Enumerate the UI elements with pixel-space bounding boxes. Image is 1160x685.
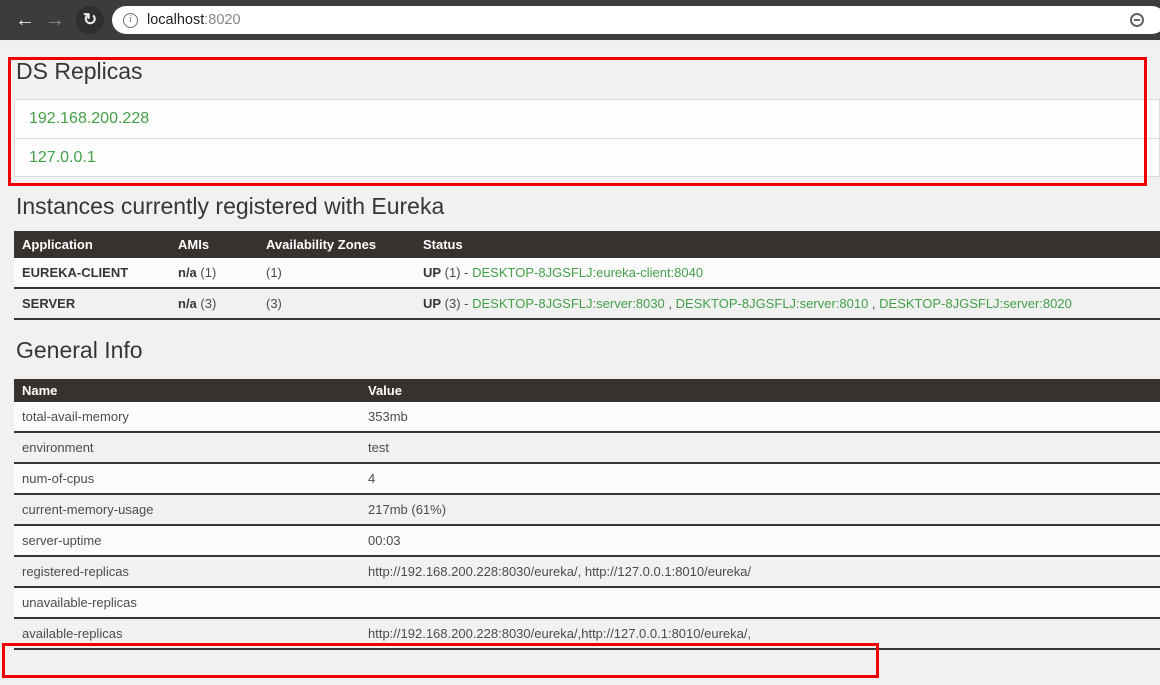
- application-cell: SERVER: [14, 288, 170, 319]
- instances-table-body: EUREKA-CLIENT n/a (1)(1)UP (1) - DESKTOP-…: [14, 258, 1160, 319]
- status-cell: UP (3) - DESKTOP-8JGSFLJ:server:8030 , D…: [415, 288, 1160, 319]
- page-info-icon[interactable]: i: [123, 13, 138, 28]
- zoom-indicator-icon[interactable]: [1130, 13, 1144, 27]
- status-up: UP: [423, 265, 441, 280]
- info-value-cell: [360, 587, 1160, 618]
- application-name: SERVER: [22, 296, 75, 311]
- info-value-cell: 353mb: [360, 402, 1160, 432]
- back-icon[interactable]: ←: [10, 5, 40, 35]
- column-header: Availability Zones: [258, 231, 415, 258]
- url-host: localhost: [147, 12, 204, 28]
- ds-replica-list: 192.168.200.228 127.0.0.1: [14, 99, 1160, 177]
- instance-link[interactable]: DESKTOP-8JGSFLJ:server:8010: [676, 296, 869, 311]
- url-text[interactable]: localhost:8020: [147, 12, 241, 28]
- info-name-cell: environment: [14, 432, 360, 463]
- general-info-heading: General Info: [16, 336, 1160, 364]
- info-name-cell: num-of-cpus: [14, 463, 360, 494]
- forward-icon[interactable]: →: [40, 5, 70, 35]
- eureka-dashboard: DS Replicas 192.168.200.228 127.0.0.1 Ins…: [0, 57, 1160, 650]
- column-header: Value: [360, 379, 1160, 402]
- zones-cell: (3): [258, 288, 415, 319]
- column-header: AMIs: [170, 231, 258, 258]
- instances-table: ApplicationAMIsAvailability ZonesStatus …: [14, 231, 1160, 320]
- zones-cell: (1): [258, 258, 415, 288]
- table-row: EUREKA-CLIENT n/a (1)(1)UP (1) - DESKTOP-…: [14, 258, 1160, 288]
- column-header: Name: [14, 379, 360, 402]
- info-name-cell: unavailable-replicas: [14, 587, 360, 618]
- list-item: 192.168.200.228: [15, 100, 1159, 138]
- table-row: unavailable-replicas: [14, 587, 1160, 618]
- table-row: available-replicashttp://192.168.200.228…: [14, 618, 1160, 649]
- application-cell: EUREKA-CLIENT: [14, 258, 170, 288]
- table-row: server-uptime00:03: [14, 525, 1160, 556]
- amis-cell: n/a (1): [170, 258, 258, 288]
- replica-link[interactable]: 127.0.0.1: [29, 149, 96, 167]
- info-name-cell: server-uptime: [14, 525, 360, 556]
- address-bar[interactable]: i localhost:8020: [112, 6, 1160, 34]
- browser-toolbar: ← → ↻ i localhost:8020: [0, 0, 1160, 40]
- ds-replicas-heading: DS Replicas: [16, 57, 1160, 85]
- table-row: environmenttest: [14, 432, 1160, 463]
- chrome-divider: [0, 40, 1160, 44]
- column-header: Application: [14, 231, 170, 258]
- table-row: current-memory-usage217mb (61%): [14, 494, 1160, 525]
- replica-link[interactable]: 192.168.200.228: [29, 110, 149, 128]
- instances-header-row: ApplicationAMIsAvailability ZonesStatus: [14, 231, 1160, 258]
- instance-link[interactable]: DESKTOP-8JGSFLJ:eureka-client:8040: [472, 265, 703, 280]
- info-value-cell: 00:03: [360, 525, 1160, 556]
- info-name-cell: current-memory-usage: [14, 494, 360, 525]
- amis-bold: n/a: [178, 265, 197, 280]
- info-name-cell: total-avail-memory: [14, 402, 360, 432]
- instance-link[interactable]: DESKTOP-8JGSFLJ:server:8030: [472, 296, 665, 311]
- status-cell: UP (1) - DESKTOP-8JGSFLJ:eureka-client:8…: [415, 258, 1160, 288]
- info-name-cell: registered-replicas: [14, 556, 360, 587]
- application-name: EUREKA-CLIENT: [22, 265, 128, 280]
- table-row: SERVER n/a (3)(3)UP (3) - DESKTOP-8JGSFLJ…: [14, 288, 1160, 319]
- list-item: 127.0.0.1: [15, 138, 1159, 176]
- column-header: Status: [415, 231, 1160, 258]
- info-value-cell: 4: [360, 463, 1160, 494]
- amis-cell: n/a (3): [170, 288, 258, 319]
- url-port: :8020: [204, 12, 240, 28]
- status-up: UP: [423, 296, 441, 311]
- info-value-cell: http://192.168.200.228:8030/eureka/, htt…: [360, 556, 1160, 587]
- table-row: total-avail-memory353mb: [14, 402, 1160, 432]
- general-info-table-body: total-avail-memory353mbenvironmenttestnu…: [14, 402, 1160, 649]
- general-info-header-row: NameValue: [14, 379, 1160, 402]
- table-row: registered-replicashttp://192.168.200.22…: [14, 556, 1160, 587]
- info-value-cell: http://192.168.200.228:8030/eureka/,http…: [360, 618, 1160, 649]
- info-name-cell: available-replicas: [14, 618, 360, 649]
- info-value-cell: test: [360, 432, 1160, 463]
- instance-link[interactable]: DESKTOP-8JGSFLJ:server:8020: [879, 296, 1072, 311]
- instances-heading: Instances currently registered with Eure…: [16, 192, 1160, 220]
- general-info-table: NameValue total-avail-memory353mbenviron…: [14, 379, 1160, 650]
- reload-icon[interactable]: ↻: [76, 6, 104, 34]
- info-value-cell: 217mb (61%): [360, 494, 1160, 525]
- amis-bold: n/a: [178, 296, 197, 311]
- table-row: num-of-cpus4: [14, 463, 1160, 494]
